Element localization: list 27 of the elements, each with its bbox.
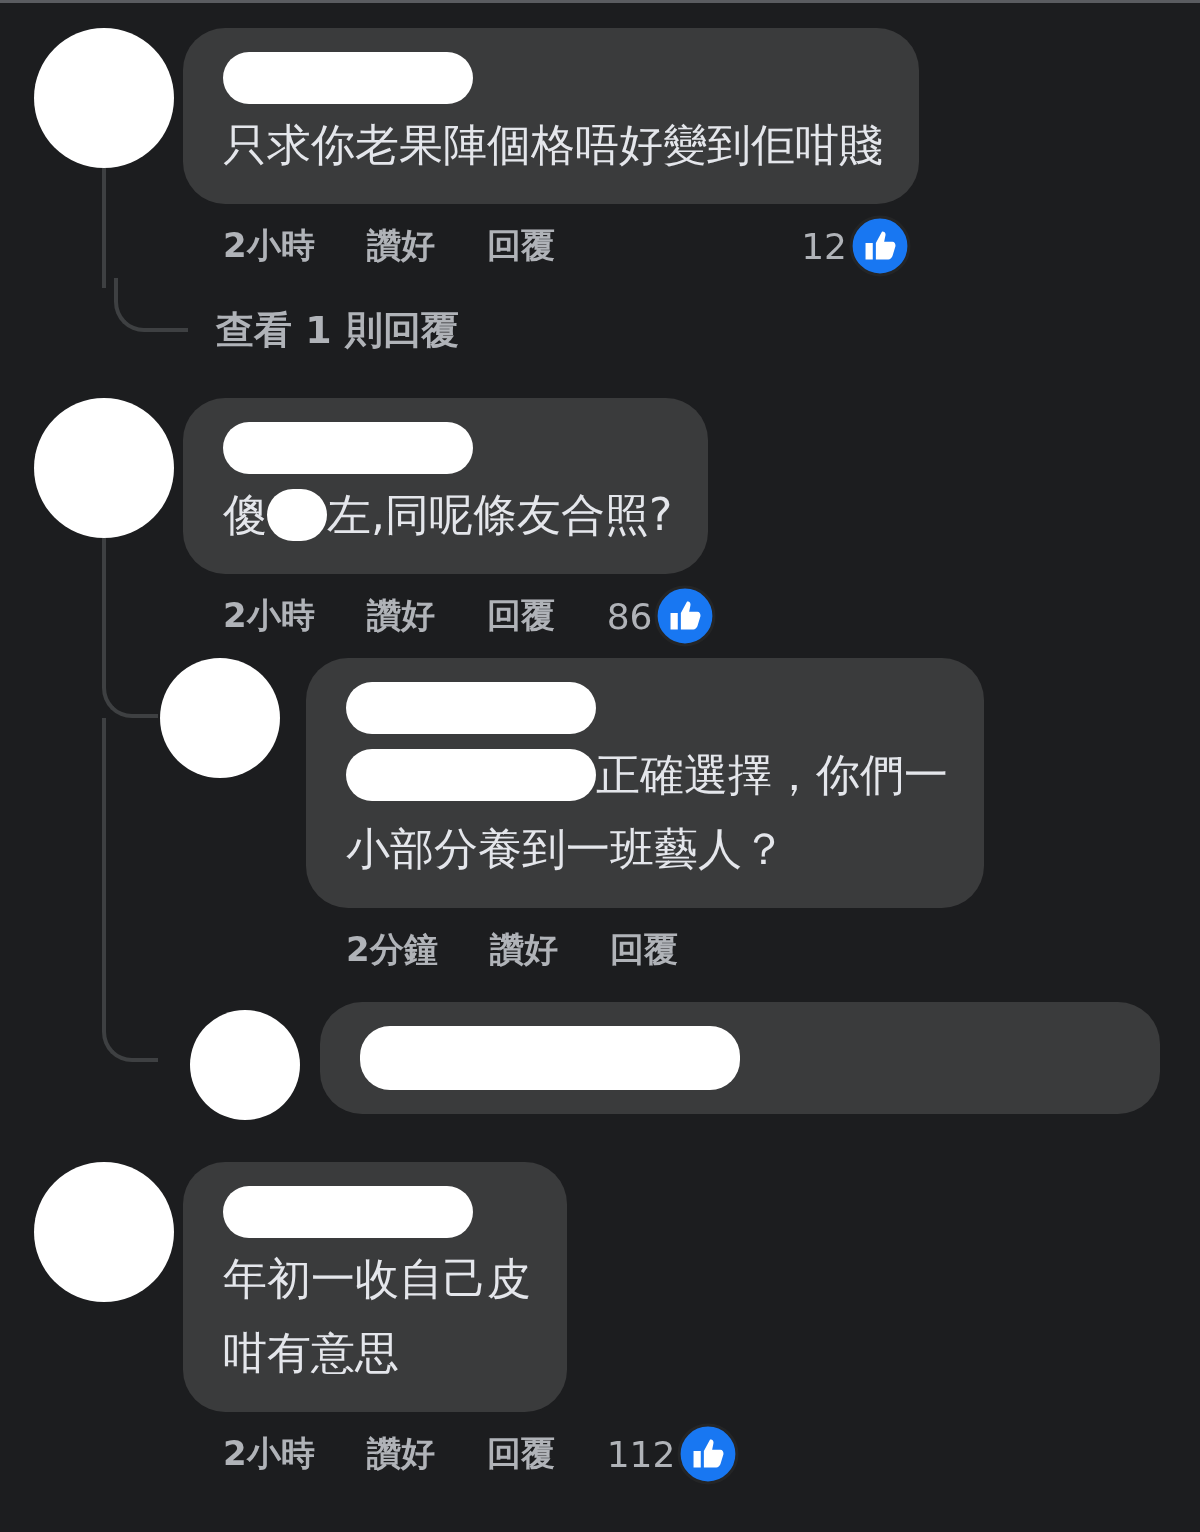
action-link[interactable]: 回覆 [609,927,678,973]
action-link[interactable]: 讚好 [366,223,435,269]
action-link[interactable]: 讚好 [366,1431,435,1477]
comment-text: 傻 [223,488,267,542]
view-replies-link[interactable]: 查看 1 則回覆 [216,300,459,360]
action-link[interactable]: 讚好 [366,593,435,639]
comment-text: 年初一收自己皮 [223,1252,531,1306]
redaction-mark [267,489,327,541]
timestamp: 2小時 [223,1432,315,1475]
timestamp: 2小時 [223,594,315,637]
comment-text: 正確選擇，你們一 [596,748,948,802]
action-link[interactable]: 回覆 [486,1431,555,1477]
thumbs-up-icon [849,215,911,277]
like-count: 86 [606,595,653,637]
comment-text: 小部分養到一班藝人？ [346,822,786,876]
action-link[interactable]: 讚好 [489,927,558,973]
timestamp: 2小時 [223,224,315,267]
action-link[interactable]: 回覆 [486,593,555,639]
like-count: 12 [801,225,847,267]
thumbs-up-icon [654,585,717,647]
comment-text: 咁有意思 [223,1326,399,1380]
timestamp: 2分鐘 [346,928,438,971]
action-link[interactable]: 回覆 [486,223,555,269]
thumbs-up-icon [677,1423,740,1485]
comment-text: 左,同呢條友合照? [327,488,673,542]
comment-text: 只求你老果陣個格唔好變到佢咁賤 [223,118,883,172]
like-count: 112 [606,1433,676,1475]
